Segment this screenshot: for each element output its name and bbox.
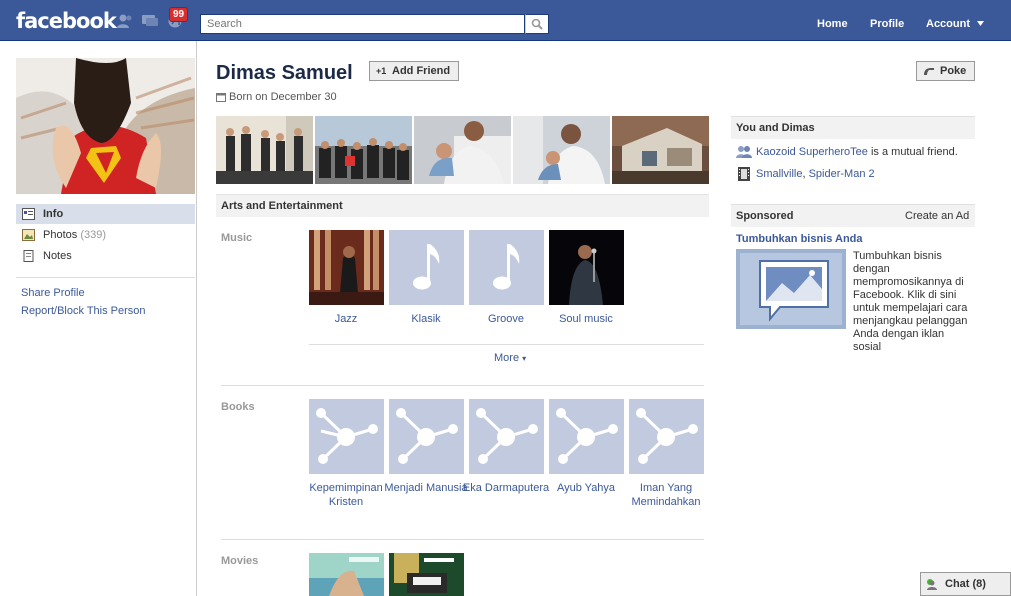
- arts-section-title: Arts and Entertainment: [221, 200, 343, 212]
- music-page-jazz[interactable]: [309, 230, 384, 305]
- info-icon: [22, 208, 35, 220]
- notification-badge: 99: [169, 7, 189, 22]
- divider: [221, 385, 704, 386]
- interest-graph-icon: [396, 408, 458, 464]
- shared-like-link[interactable]: Smallville: [756, 168, 802, 180]
- more-music-link[interactable]: More ▾: [494, 352, 526, 364]
- sponsored-title: Sponsored: [736, 210, 794, 222]
- report-block-link[interactable]: Report/Block This Person: [21, 305, 146, 317]
- poke-hand-icon: [924, 68, 934, 75]
- chat-user-icon: [927, 580, 937, 590]
- sidebar-item-label: Info: [43, 208, 64, 220]
- photo-thumbnail[interactable]: [612, 116, 709, 184]
- sidebar-item-label: Photos (339): [43, 229, 106, 241]
- facebook-logo[interactable]: facebook: [16, 9, 117, 33]
- book-page-1[interactable]: [309, 399, 384, 474]
- music-note-icon: [493, 244, 520, 290]
- profile-name: Dimas Samuel: [216, 62, 353, 84]
- movie-page-1[interactable]: [309, 553, 384, 596]
- shared-likes: Smallville, Spider-Man 2: [756, 168, 875, 180]
- book-caption[interactable]: Eka Darmaputera: [461, 481, 551, 495]
- sidebar-item-photos[interactable]: Photos (339): [16, 225, 195, 245]
- add-friend-button[interactable]: +1 Add Friend: [369, 61, 459, 81]
- you-and-title: You and Dimas: [736, 122, 815, 134]
- ad-title[interactable]: Tumbuhkan bisnis Anda: [736, 233, 863, 245]
- interest-graph-icon: [316, 408, 378, 464]
- music-page-groove[interactable]: [469, 230, 544, 305]
- music-caption[interactable]: Soul music: [541, 312, 631, 326]
- birthday-text: Born on December 30: [229, 91, 337, 103]
- chat-label: Chat (8): [945, 578, 986, 590]
- messages-icon[interactable]: [141, 14, 159, 28]
- photo-thumbnail[interactable]: [414, 116, 511, 184]
- interest-graph-icon: [476, 408, 538, 464]
- chevron-down-icon: ▾: [522, 354, 527, 363]
- add-friend-icon: +1: [376, 66, 387, 76]
- book-page-5[interactable]: [629, 399, 704, 474]
- book-caption[interactable]: Iman Yang Memindahkan: [621, 481, 711, 509]
- add-friend-label: Add Friend: [392, 65, 451, 77]
- profile-picture[interactable]: [16, 58, 195, 194]
- poke-button[interactable]: Poke: [916, 61, 975, 81]
- friend-requests-icon[interactable]: [116, 14, 134, 28]
- book-caption[interactable]: Menjadi Manusia: [381, 481, 471, 495]
- music-caption[interactable]: Klasik: [381, 312, 471, 326]
- movies-label: Movies: [221, 555, 259, 567]
- music-caption[interactable]: Groove: [461, 312, 551, 326]
- ad-description: Tumbuhkan bisnis dengan mempromosikannya…: [853, 250, 968, 353]
- notes-icon: [23, 250, 34, 262]
- shared-like-link[interactable]: Spider-Man 2: [809, 168, 875, 180]
- music-note-icon: [413, 244, 440, 290]
- book-page-4[interactable]: [549, 399, 624, 474]
- books-label: Books: [221, 401, 255, 413]
- more-label: More: [494, 352, 520, 364]
- book-caption[interactable]: Ayub Yahya: [541, 481, 631, 495]
- search-input[interactable]: [200, 14, 525, 34]
- photos-icon: [22, 229, 35, 241]
- nav-home-link[interactable]: Home: [817, 18, 848, 30]
- music-page-klasik[interactable]: [389, 230, 464, 305]
- music-caption[interactable]: Jazz: [301, 312, 391, 326]
- music-label: Music: [221, 232, 253, 244]
- interest-graph-icon: [636, 408, 698, 464]
- poke-label: Poke: [940, 65, 967, 77]
- mutual-friend-suffix: is a mutual friend.: [867, 146, 958, 158]
- book-page-2[interactable]: [389, 399, 464, 474]
- book-caption[interactable]: Kepemimpinan Kristen: [301, 481, 391, 509]
- you-and-header: You and Dimas: [731, 116, 975, 139]
- sidebar-item-label: Notes: [43, 250, 72, 262]
- search-button[interactable]: [525, 14, 549, 34]
- chevron-down-icon[interactable]: [977, 21, 984, 26]
- ad-image[interactable]: [736, 249, 846, 329]
- interest-graph-icon: [556, 408, 618, 464]
- mutual-friends-icon: [736, 146, 752, 158]
- movie-page-2[interactable]: [389, 553, 464, 596]
- mutual-friend-link[interactable]: Kaozoid SuperheroTee: [756, 146, 868, 158]
- photo-thumbnail[interactable]: [216, 116, 313, 184]
- mutual-friend-text: Kaozoid SuperheroTee is a mutual friend.: [756, 146, 958, 158]
- chat-bar[interactable]: Chat (8): [920, 572, 1011, 596]
- nav-account-link[interactable]: Account: [926, 18, 970, 30]
- search-icon: [531, 18, 543, 30]
- top-bar: facebook 99 Home Profile Account: [0, 0, 1011, 41]
- calendar-icon: [216, 93, 226, 102]
- sidebar-item-info[interactable]: Info: [16, 204, 195, 224]
- film-strip-icon: [738, 167, 750, 181]
- photo-thumbnail[interactable]: [513, 116, 610, 184]
- sidebar-item-notes[interactable]: Notes: [16, 246, 195, 266]
- photo-thumbnail[interactable]: [315, 116, 412, 184]
- music-page-soul[interactable]: [549, 230, 624, 305]
- divider: [221, 539, 704, 540]
- divider: [16, 277, 195, 278]
- create-ad-link[interactable]: Create an Ad: [905, 210, 969, 222]
- sponsored-header: Sponsored Create an Ad: [731, 204, 975, 227]
- divider: [309, 344, 704, 345]
- book-page-3[interactable]: [469, 399, 544, 474]
- nav-profile-link[interactable]: Profile: [870, 18, 904, 30]
- arts-section-header: Arts and Entertainment: [216, 194, 709, 217]
- share-profile-link[interactable]: Share Profile: [21, 287, 85, 299]
